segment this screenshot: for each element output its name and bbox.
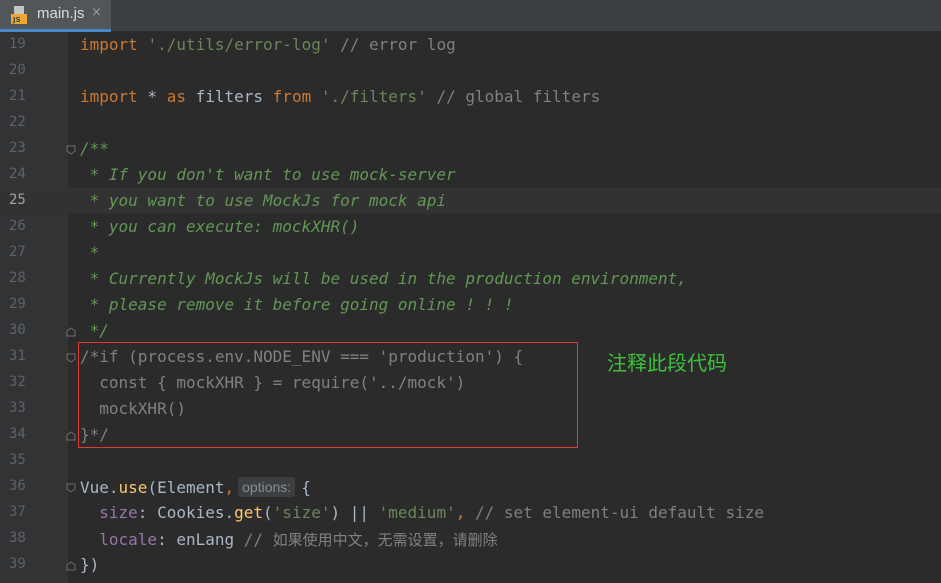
- code-text: Vue.use(Element, options:{: [80, 477, 311, 497]
- code-editor[interactable]: 19 import './utils/error-log' // error l…: [0, 32, 941, 583]
- line-number: 34: [9, 426, 26, 442]
- code-line: 28 * Currently MockJs will be used in th…: [0, 266, 941, 292]
- code-line: 23 /**: [0, 136, 941, 162]
- code-line: 24 * If you don't want to use mock-serve…: [0, 162, 941, 188]
- line-number: 23: [9, 140, 26, 156]
- fold-marker-icon[interactable]: [66, 145, 76, 155]
- code-line: 19 import './utils/error-log' // error l…: [0, 32, 941, 58]
- code-text: }): [80, 555, 100, 574]
- line-number: 21: [9, 88, 26, 104]
- line-number: 25: [9, 192, 26, 208]
- code-line: 27 *: [0, 240, 941, 266]
- line-number: 39: [9, 556, 26, 572]
- tab-title: main.js: [37, 5, 85, 22]
- line-number: 36: [9, 478, 26, 494]
- code-line: 38 locale: enLang // 如果使用中文，无需设置，请删除: [0, 526, 941, 552]
- fold-end-icon[interactable]: [66, 327, 76, 337]
- code-line: 30 */: [0, 318, 941, 344]
- fold-end-icon[interactable]: [66, 431, 76, 441]
- code-line: 26 * you can execute: mockXHR(): [0, 214, 941, 240]
- code-text: size: Cookies.get('size') || 'medium', /…: [99, 503, 764, 522]
- line-number: 20: [9, 62, 26, 78]
- code-text: /**: [80, 139, 109, 158]
- code-line: 29 * please remove it before going onlin…: [0, 292, 941, 318]
- code-text: * please remove it before going online !…: [80, 295, 514, 314]
- line-number: 38: [9, 530, 26, 546]
- js-file-icon: JS: [11, 6, 27, 24]
- code-text: import * as filters from './filters' // …: [80, 87, 601, 106]
- line-number: 29: [9, 296, 26, 312]
- tab-main-js[interactable]: JS main.js ×: [0, 0, 111, 32]
- code-line: 20: [0, 58, 941, 84]
- code-text: * you can execute: mockXHR(): [80, 217, 360, 236]
- line-number: 37: [9, 504, 26, 520]
- line-number: 28: [9, 270, 26, 286]
- line-number: 30: [9, 322, 26, 338]
- code-text: * If you don't want to use mock-server: [80, 165, 456, 184]
- line-number: 32: [9, 374, 26, 390]
- fold-marker-icon[interactable]: [66, 483, 76, 493]
- line-number: 26: [9, 218, 26, 234]
- line-number: 19: [9, 36, 26, 52]
- code-line: 37 size: Cookies.get('size') || 'medium'…: [0, 500, 941, 526]
- code-text: import './utils/error-log' // error log: [80, 35, 456, 54]
- parameter-hint: options:: [238, 477, 296, 497]
- fold-end-icon[interactable]: [66, 561, 76, 571]
- close-icon[interactable]: ×: [91, 5, 102, 20]
- editor-tab-bar: JS main.js ×: [0, 0, 941, 32]
- code-text: * you want to use MockJs for mock api: [80, 191, 447, 210]
- code-line: 21 import * as filters from './filters' …: [0, 84, 941, 110]
- code-line: 36 Vue.use(Element, options:{: [0, 474, 941, 500]
- line-number: 27: [9, 244, 26, 260]
- code-line: 39 }): [0, 552, 941, 578]
- highlight-box: [78, 342, 578, 448]
- line-number: 35: [9, 452, 26, 468]
- code-line-current: 25 * you want to use MockJs for mock api: [0, 188, 941, 214]
- code-text: locale: enLang // 如果使用中文，无需设置，请删除: [99, 530, 498, 549]
- fold-marker-icon[interactable]: [66, 353, 76, 363]
- line-number: 33: [9, 400, 26, 416]
- code-line: 22: [0, 110, 941, 136]
- line-number: 24: [9, 166, 26, 182]
- line-number: 31: [9, 348, 26, 364]
- annotation-label: 注释此段代码: [607, 351, 727, 375]
- code-line: 35: [0, 448, 941, 474]
- line-number: 22: [9, 114, 26, 130]
- code-text: *: [80, 243, 100, 262]
- code-text: * Currently MockJs will be used in the p…: [80, 269, 687, 288]
- svg-text:JS: JS: [12, 16, 21, 24]
- code-text: */: [80, 321, 109, 340]
